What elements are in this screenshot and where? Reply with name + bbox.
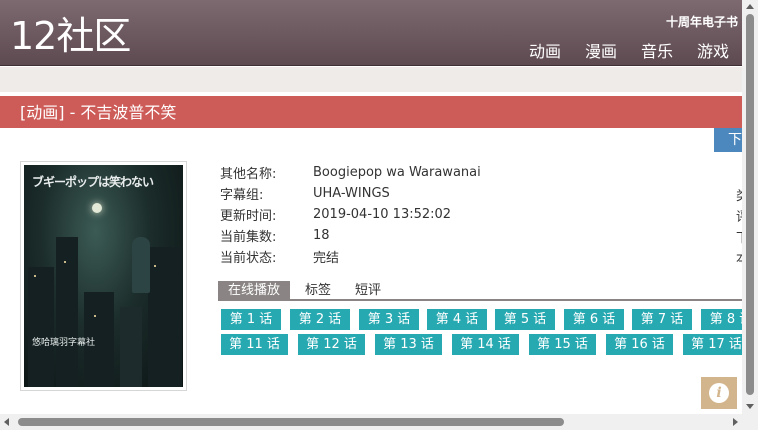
poster-credit: 悠哈璃羽字幕社 [32,338,96,348]
info-row: 当前状态: 完结 [220,246,481,267]
info-row: 更新时间: 2019-04-10 13:52:02 [220,204,481,225]
episode-list: 第 1 话 第 2 话 第 3 话 第 4 话 第 5 话 第 6 话 第 7 … [221,309,742,359]
anniversary-ebook-link[interactable]: 十周年电子书 [666,13,738,30]
window-light [154,265,156,267]
vertical-scroll-thumb[interactable] [746,14,754,395]
nav-item-anime[interactable]: 动画 [529,38,561,62]
poster-title: ブギーポップは笑わない [32,175,154,189]
content-tabs: 在线播放 标签 短评 [218,281,742,301]
info-icon: i [709,383,729,403]
info-label: 当前状态: [220,251,277,266]
episode-button[interactable]: 第 1 话 [221,309,281,330]
vertical-scrollbar[interactable] [742,0,758,414]
info-button[interactable]: i [701,377,737,409]
episode-button[interactable]: 第 7 话 [632,309,692,330]
info-label: 字幕组: [220,188,264,203]
nav-item-music[interactable]: 音乐 [641,38,673,62]
episode-button[interactable]: 第 15 话 [529,334,596,355]
info-label: 当前集数: [220,230,277,245]
info-value: UHA-WINGS [313,186,390,201]
scroll-up-icon[interactable] [746,4,754,9]
building-graphic [148,247,182,387]
episode-button[interactable]: 第 13 话 [375,334,442,355]
main-nav: 动画 漫画 音乐 游戏 [505,38,729,62]
info-value: 2019-04-10 13:52:02 [313,207,452,222]
building-graphic [28,267,54,387]
scroll-left-icon[interactable] [4,418,9,426]
info-label: 更新时间: [220,209,277,224]
episode-button[interactable]: 第 4 话 [427,309,487,330]
download-tab[interactable]: 下 [714,128,742,152]
episode-button[interactable]: 第 2 话 [290,309,350,330]
info-value: Boogiepop wa Warawanai [313,165,481,180]
scroll-down-icon[interactable] [746,404,754,409]
episode-button[interactable]: 第 16 话 [606,334,673,355]
anime-info: 其他名称: Boogiepop wa Warawanai 字幕组: UHA-WI… [220,162,481,267]
episode-button[interactable]: 第 11 话 [221,334,288,355]
info-label: 其他名称: [220,167,277,182]
scrollbar-corner [742,414,758,430]
tab-online-play[interactable]: 在线播放 [218,281,291,300]
info-value: 完结 [313,251,340,266]
info-row: 其他名称: Boogiepop wa Warawanai [220,162,481,183]
tab-reviews[interactable]: 短评 [355,281,381,300]
character-silhouette [132,237,150,293]
window-light [34,275,36,277]
window-light [94,315,96,317]
episode-button[interactable]: 第 8 话 [701,309,742,330]
horizontal-scroll-thumb[interactable] [18,418,564,426]
nav-item-game[interactable]: 游戏 [697,38,729,62]
moon-graphic [92,203,102,213]
episode-button[interactable]: 第 5 话 [495,309,555,330]
site-header: 12社区 十周年电子书 动画 漫画 音乐 游戏 [0,0,742,66]
episode-button[interactable]: 第 17 话 [683,334,742,355]
site-logo[interactable]: 12社区 [10,14,131,58]
page-title: [动画] - 不吉波普不笑 [0,96,742,128]
info-value: 18 [313,228,330,243]
episode-button[interactable]: 第 3 话 [359,309,419,330]
info-row: 当前集数: 18 [220,225,481,246]
poster-image: ブギーポップは笑わない 悠哈璃羽字幕社 [24,165,183,387]
building-graphic [56,237,78,387]
poster-frame: ブギーポップは笑わない 悠哈璃羽字幕社 [20,161,187,391]
nav-item-manga[interactable]: 漫画 [585,38,617,62]
info-row: 字幕组: UHA-WINGS [220,183,481,204]
window-light [64,261,66,263]
horizontal-scrollbar[interactable] [0,414,742,430]
building-graphic [120,307,142,387]
scroll-right-icon[interactable] [733,418,738,426]
episode-button[interactable]: 第 6 话 [564,309,624,330]
episode-button[interactable]: 第 12 话 [298,334,365,355]
sub-header-stripe [0,67,742,92]
episode-button[interactable]: 第 14 话 [452,334,519,355]
tab-tags[interactable]: 标签 [305,281,331,300]
